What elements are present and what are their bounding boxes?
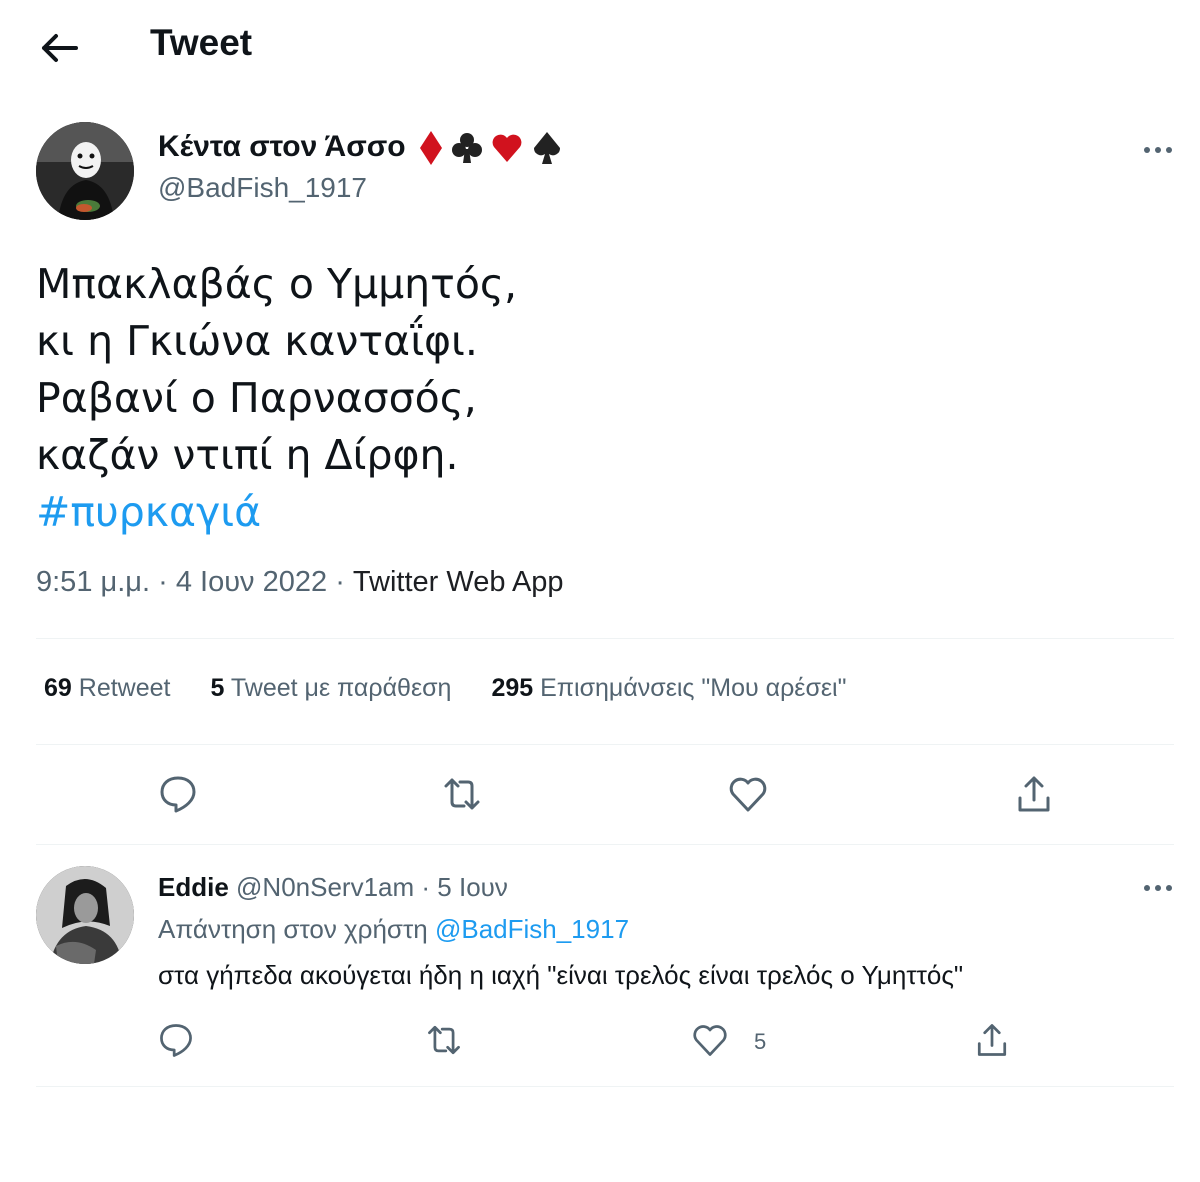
- more-horizontal-icon: [1144, 147, 1172, 153]
- diamond-icon: [420, 131, 442, 165]
- page-title: Tweet: [150, 22, 253, 63]
- divider: [36, 744, 1174, 745]
- reply-share-button[interactable]: [972, 1020, 1012, 1060]
- spade-icon: [533, 132, 561, 164]
- more-options-button[interactable]: [1140, 140, 1176, 160]
- separator: ·: [327, 566, 353, 598]
- tweet-stats: 69 Retweet 5 Tweet με παράθεση 295 Επιση…: [44, 674, 846, 703]
- tweet-line: καζάν ντιπί η Δίρφη.: [36, 431, 459, 479]
- quotes-stat[interactable]: 5 Tweet με παράθεση: [210, 674, 451, 703]
- avatar-image: [36, 122, 134, 220]
- retweets-label: Retweet: [78, 674, 171, 702]
- heart-icon: [729, 777, 767, 812]
- likes-stat[interactable]: 295 Επισημάνσεις "Μου αρέσει": [491, 674, 846, 703]
- reply-retweet-button[interactable]: [424, 1020, 464, 1060]
- retweets-stat[interactable]: 69 Retweet: [44, 674, 170, 703]
- reply-icon: [160, 1024, 192, 1057]
- tweet-line: Ραβανί ο Παρνασσός,: [36, 374, 477, 422]
- reply-button[interactable]: [156, 772, 200, 816]
- retweets-count: 69: [44, 674, 72, 702]
- avatar-image: [36, 866, 134, 964]
- retweet-icon: [444, 778, 480, 810]
- arrow-left-icon: [42, 34, 78, 62]
- back-button[interactable]: [36, 28, 80, 68]
- tweet-metadata: 9:51 μ.μ. · 4 Ιουν 2022 · Twitter Web Ap…: [36, 566, 564, 599]
- mention-link[interactable]: @BadFish_1917: [435, 914, 629, 944]
- share-icon: [1018, 776, 1050, 812]
- tweet-time[interactable]: 9:51 μ.μ.: [36, 566, 150, 598]
- share-button[interactable]: [1012, 772, 1056, 816]
- like-button[interactable]: [726, 772, 770, 816]
- heart-icon: [693, 1025, 727, 1056]
- club-icon: [452, 133, 482, 163]
- reply-header: Eddie @N0nServ1am · 5 Ιουν: [158, 872, 508, 903]
- reply-date[interactable]: 5 Ιουν: [437, 872, 508, 902]
- reply-like-count: 5: [754, 1029, 767, 1054]
- reply-avatar[interactable]: [36, 866, 134, 964]
- author-handle[interactable]: @BadFish_1917: [158, 172, 367, 204]
- tweet-line: Μπακλαβάς ο Υμμητός,: [36, 260, 518, 308]
- reply-display-name[interactable]: Eddie: [158, 872, 229, 902]
- quotes-count: 5: [210, 674, 225, 702]
- replying-to-label: Απάντηση στον χρήστη: [158, 914, 428, 944]
- reply-handle[interactable]: @N0nServ1am: [236, 872, 414, 902]
- divider: [36, 638, 1174, 639]
- quotes-label: Tweet με παράθεση: [230, 674, 452, 702]
- likes-count: 295: [491, 674, 534, 702]
- separator: ·: [150, 566, 176, 598]
- reply-more-options-button[interactable]: [1140, 878, 1176, 898]
- tweet-date[interactable]: 4 Ιουν 2022: [176, 566, 327, 598]
- tweet-line: κι η Γκιώνα κανταΐφι.: [36, 317, 478, 365]
- reply-icon: [160, 776, 196, 813]
- retweet-icon: [428, 1025, 460, 1055]
- heart-suit-icon: [492, 134, 522, 162]
- hashtag-link[interactable]: #πυρκαγιά: [36, 484, 517, 541]
- author-display-name[interactable]: Κέντα στον Άσσο: [158, 130, 406, 164]
- avatar[interactable]: [36, 122, 134, 220]
- more-horizontal-icon: [1144, 885, 1172, 891]
- divider: [36, 844, 1174, 845]
- likes-label: Επισημάνσεις "Μου αρέσει": [540, 674, 847, 702]
- share-icon: [977, 1024, 1007, 1056]
- replying-to: Απάντηση στον χρήστη @BadFish_1917: [158, 914, 629, 945]
- tweet-source[interactable]: Twitter Web App: [353, 566, 564, 598]
- reply-reply-button[interactable]: [156, 1020, 196, 1060]
- retweet-button[interactable]: [440, 772, 484, 816]
- reply-text: στα γήπεδα ακούγεται ήδη η ιαχή "είναι τ…: [158, 960, 964, 990]
- suit-emojis: [418, 128, 564, 168]
- reply-like-button[interactable]: [690, 1020, 730, 1060]
- separator: ·: [414, 872, 438, 902]
- tweet-text: Μπακλαβάς ο Υμμητός, κι η Γκιώνα κανταΐφ…: [36, 256, 517, 541]
- divider: [36, 1086, 1174, 1087]
